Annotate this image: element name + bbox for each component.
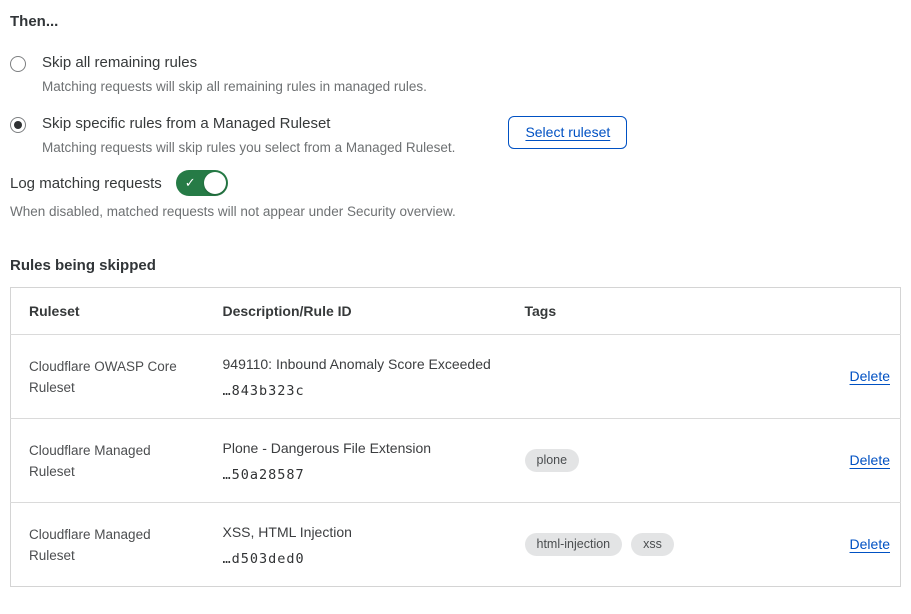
column-header-actions: [793, 288, 901, 335]
option-description: Matching requests will skip rules you se…: [42, 139, 455, 157]
tags-wrap: html-injection xss: [525, 533, 783, 557]
ruleset-cell: Cloudflare OWASP Core Ruleset: [11, 335, 223, 419]
option-label[interactable]: Skip all remaining rules: [42, 53, 427, 73]
delete-link[interactable]: Delete: [850, 452, 890, 468]
select-ruleset-button[interactable]: Select ruleset: [508, 116, 627, 149]
column-header-ruleset: Ruleset: [11, 288, 223, 335]
radio-skip-specific[interactable]: [10, 117, 26, 133]
tag-pill: plone: [525, 449, 580, 473]
rules-being-skipped-table: Ruleset Description/Rule ID Tags Cloudfl…: [10, 287, 901, 587]
option-skip-specific-rules-row: Skip specific rules from a Managed Rules…: [10, 114, 900, 157]
then-heading: Then...: [10, 13, 900, 30]
rule-id: …843b323c: [223, 383, 515, 399]
option-description: Matching requests will skip all remainin…: [42, 78, 427, 96]
tag-pill: xss: [631, 533, 674, 557]
rule-action-panel: Then... Skip all remaining rules Matchin…: [0, 0, 911, 587]
rules-table-body: Cloudflare OWASP Core Ruleset 949110: In…: [11, 335, 901, 587]
check-icon: ✓: [185, 176, 196, 189]
ruleset-cell: Cloudflare Managed Ruleset: [11, 503, 223, 587]
log-setting-description: When disabled, matched requests will not…: [10, 204, 900, 219]
table-row: Cloudflare Managed Ruleset XSS, HTML Inj…: [11, 503, 901, 587]
select-ruleset-button-label: Select ruleset: [525, 124, 610, 140]
log-matching-requests-label: Log matching requests: [10, 175, 162, 192]
delete-link[interactable]: Delete: [850, 368, 890, 384]
ruleset-cell: Cloudflare Managed Ruleset: [11, 419, 223, 503]
tags-cell: plone: [525, 419, 793, 503]
delete-link[interactable]: Delete: [850, 536, 890, 552]
table-row: Cloudflare Managed Ruleset Plone - Dange…: [11, 419, 901, 503]
tag-pill: html-injection: [525, 533, 623, 557]
radio-text-block: Skip specific rules from a Managed Rules…: [42, 114, 455, 157]
option-skip-all-remaining-rules: Skip all remaining rules Matching reques…: [10, 53, 900, 96]
action-cell: Delete: [793, 503, 901, 587]
log-matching-requests-row: Log matching requests ✓: [10, 170, 900, 196]
rule-description: 949110: Inbound Anomaly Score Exceeded: [223, 355, 515, 373]
rules-being-skipped-heading: Rules being skipped: [10, 257, 900, 274]
rule-description: Plone - Dangerous File Extension: [223, 439, 515, 457]
radio-text-block: Skip all remaining rules Matching reques…: [42, 53, 427, 96]
tags-wrap: plone: [525, 449, 783, 473]
rule-description: XSS, HTML Injection: [223, 523, 515, 541]
description-cell: Plone - Dangerous File Extension …50a285…: [223, 419, 525, 503]
log-matching-requests-toggle[interactable]: ✓: [176, 170, 228, 196]
toggle-knob: [204, 172, 226, 194]
rule-id: …d503ded0: [223, 551, 515, 567]
description-cell: XSS, HTML Injection …d503ded0: [223, 503, 525, 587]
option-skip-specific-rules: Skip specific rules from a Managed Rules…: [10, 114, 455, 157]
action-cell: Delete: [793, 419, 901, 503]
description-cell: 949110: Inbound Anomaly Score Exceeded ……: [223, 335, 525, 419]
ruleset-name: Cloudflare Managed Ruleset: [29, 524, 189, 566]
radio-skip-all-remaining[interactable]: [10, 56, 26, 72]
rule-id: …50a28587: [223, 467, 515, 483]
column-header-description: Description/Rule ID: [223, 288, 525, 335]
ruleset-name: Cloudflare Managed Ruleset: [29, 440, 189, 482]
ruleset-name: Cloudflare OWASP Core Ruleset: [29, 356, 189, 398]
tags-cell: html-injection xss: [525, 503, 793, 587]
action-cell: Delete: [793, 335, 901, 419]
tags-cell: [525, 335, 793, 419]
table-row: Cloudflare OWASP Core Ruleset 949110: In…: [11, 335, 901, 419]
table-header-row: Ruleset Description/Rule ID Tags: [11, 288, 901, 335]
column-header-tags: Tags: [525, 288, 793, 335]
option-label[interactable]: Skip specific rules from a Managed Rules…: [42, 114, 455, 134]
